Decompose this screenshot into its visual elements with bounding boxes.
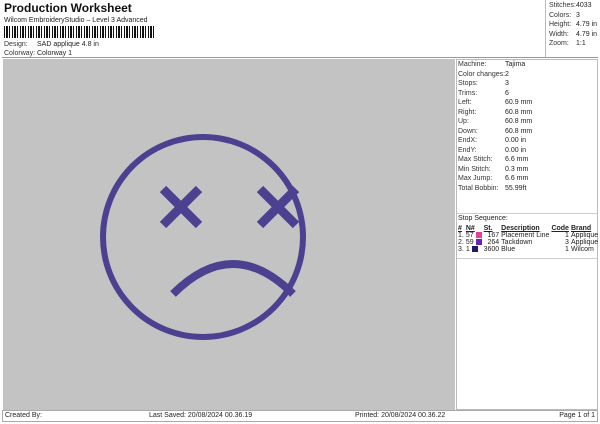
brand: Applique [570,239,599,246]
detail-label: Max Jump: [458,175,493,182]
detail-value: 6 [505,89,509,97]
detail-label: EndY: [458,146,477,154]
stat-value: 4033 [576,2,592,9]
detail-value: 6.6 mm [505,175,529,182]
color-swatch [471,246,478,253]
stat-value: 4.79 in [576,30,598,38]
colorway-value: Colorway 1 [37,50,73,57]
table-row: 2. 59 264 Tackdown 3 Applique [457,239,599,246]
detail-value: Tajima [505,61,526,68]
stat-label: Stitches: [549,2,576,9]
detail-value: 3 [505,80,509,87]
needle-number: 59 [465,239,474,246]
stat-label: Height: [549,21,572,28]
row-index: 2. [458,239,464,246]
detail-value: 0.00 in [505,146,527,154]
column-header: N# [465,225,475,232]
software-name: Wilcom EmbroideryStudio – Level 3 Advanc… [4,17,148,24]
color-swatch [475,232,482,239]
stat-label: Colors: [549,11,572,19]
footer: Created By: Last Saved: 20/08/2024 00.36… [2,410,598,422]
stitch-count: 3600 [483,246,500,253]
code: 1 [565,232,569,239]
right-eye-x-icon [256,185,300,229]
detail-label: Up: [458,118,469,125]
created-by: Created By: [5,412,42,419]
needle-cell: 59 [465,239,483,246]
needle-number: 57 [465,232,474,239]
detail-label: Min Stitch: [458,165,491,173]
detail-label: Down: [458,127,478,135]
detail-value: 2 [505,70,509,78]
sad-face-design [100,134,306,340]
detail-value: 0.00 in [505,137,527,144]
needle-cell: 57 [465,232,483,239]
column-header: Description [501,225,540,232]
detail-label: Max Stitch: [458,156,493,163]
stat-value: 1:1 [576,40,586,47]
page-number: Page 1 of 1 [559,412,595,419]
stitch-count: 167 [487,232,500,239]
table-row: 1. 57 167 Placement Line 1 Applique [457,232,599,239]
table-row: 3. 1 3600 Blue 1 Wilcom [457,246,599,253]
needle-number: 1 [465,246,470,253]
stat-label: Width: [549,30,569,38]
description: Placement Line [501,232,550,239]
detail-value: 0.3 mm [505,165,529,173]
detail-value: 60.8 mm [505,108,533,116]
stat-value: 4.79 in [576,21,598,28]
frown-mouth [170,260,296,297]
color-swatch [475,239,482,246]
colorway-label: Colorway: [4,50,36,57]
design-label: Design: [4,41,28,48]
left-eye-x-icon [159,185,203,229]
detail-label: Left: [458,99,472,106]
design-value: SAD applique 4.8 in [37,41,99,48]
stat-value: 3 [576,11,580,19]
row-index: 3. [458,246,464,253]
column-header: Brand [570,225,592,232]
brand: Applique [570,232,599,239]
code: 1 [565,246,569,253]
detail-label: Trims: [458,89,478,97]
stop-sequence-table: # N# St. Description Code Brand 1. 57 167 Place… [457,225,599,253]
detail-label: Total Bobbin: [458,184,499,192]
divider [2,57,598,58]
detail-label: Machine: [458,61,487,68]
column-header: St. [483,225,493,232]
detail-value: 60.9 mm [505,99,533,106]
design-preview [3,59,455,410]
stats-box: Stitches: 4033 Colors: 3 Height: 4.79 in Width… [545,0,600,57]
detail-label: EndX: [458,137,478,144]
detail-label: Right: [458,108,477,116]
barcode [4,26,154,38]
stitch-count: 264 [487,239,500,246]
column-header: # [458,225,462,232]
detail-label: Stops: [458,80,478,87]
stop-sequence-title: Stop Sequence: [458,215,508,222]
needle-cell: 1 [465,246,483,253]
printed-date: Printed: 20/08/2024 00.36.22 [355,412,446,419]
description: Blue [501,246,516,253]
details-panel: Machine: Tajima Color changes: 2 Stops: 3 Trim… [456,59,598,410]
detail-value: 6.6 mm [505,156,529,163]
page-title: Production Worksheet [4,1,132,15]
detail-value: 60.8 mm [505,118,533,125]
code: 3 [565,239,569,246]
detail-label: Color changes: [458,70,506,78]
last-saved: Last Saved: 20/08/2024 00.36.19 [149,412,253,419]
face-outline [100,134,306,340]
description: Tackdown [501,239,533,246]
detail-value: 55.99ft [505,184,527,192]
stat-label: Zoom: [549,40,569,47]
column-header: Code [551,225,569,232]
detail-value: 60.8 mm [505,127,533,135]
row-index: 1. [458,232,464,239]
brand: Wilcom [570,246,594,253]
